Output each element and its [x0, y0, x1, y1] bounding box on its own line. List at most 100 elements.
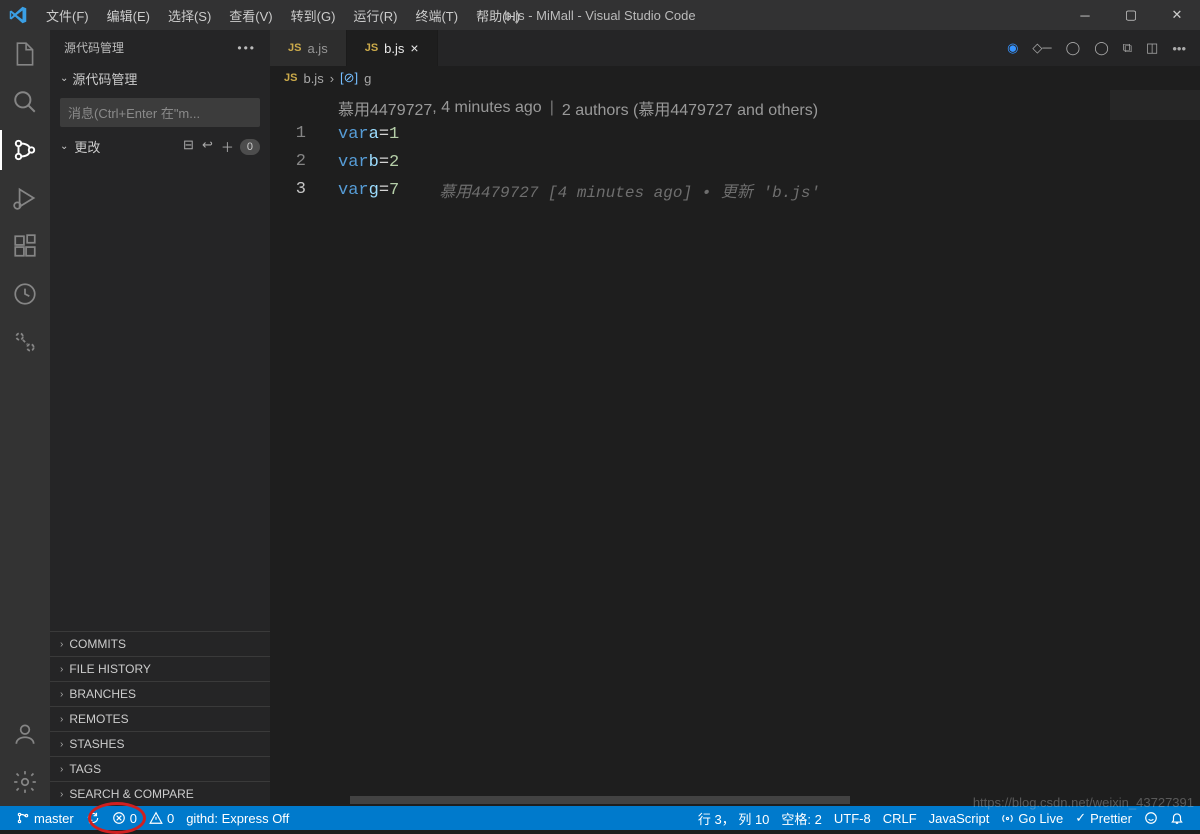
- menu-file[interactable]: 文件(F): [38, 2, 97, 29]
- menu-terminal[interactable]: 终端(T): [407, 2, 466, 29]
- status-encoding[interactable]: UTF-8: [828, 811, 877, 826]
- menu-selection[interactable]: 选择(S): [160, 2, 219, 29]
- scm-repo-header[interactable]: ⌄ 源代码管理: [50, 65, 270, 92]
- js-icon: JS: [365, 42, 378, 54]
- chevron-down-icon: ⌄: [60, 141, 68, 152]
- tab-actions: ◉ ◇─ ◯ ◯ ⧉ ◫ •••: [1007, 30, 1200, 66]
- section-branches[interactable]: ›BRANCHES: [50, 681, 270, 706]
- section-stashes[interactable]: ›STASHES: [50, 731, 270, 756]
- history-next-icon[interactable]: ◯: [1094, 40, 1109, 56]
- section-tags[interactable]: ›TAGS: [50, 756, 270, 781]
- status-eol[interactable]: CRLF: [877, 811, 923, 826]
- activity-bar: [0, 30, 50, 806]
- code-content[interactable]: 慕用4479727, 4 minutes ago | 2 authors (慕用…: [324, 90, 1200, 794]
- section-remotes[interactable]: ›REMOTES: [50, 706, 270, 731]
- explorer-icon[interactable]: [11, 40, 39, 68]
- close-button[interactable]: ✕: [1154, 0, 1200, 30]
- minimap-thumb[interactable]: [1110, 90, 1200, 120]
- status-bar: master 0 0 githd: Express Off 行 3， 列 10 …: [0, 806, 1200, 830]
- minimize-button[interactable]: ─: [1062, 0, 1108, 30]
- chevron-down-icon: ⌄: [60, 73, 68, 84]
- gitlens-sections: ›COMMITS ›FILE HISTORY ›BRANCHES ›REMOTE…: [50, 631, 270, 806]
- diff-icon[interactable]: ⧉: [1123, 40, 1132, 56]
- gitlens-toggle-icon[interactable]: ◉: [1007, 40, 1018, 56]
- git-branch-icon: [16, 811, 30, 825]
- section-search-compare[interactable]: ›SEARCH & COMPARE: [50, 781, 270, 806]
- js-icon: JS: [284, 72, 297, 84]
- tab-a-js[interactable]: JS a.js: [270, 30, 347, 66]
- changes-label: 更改: [74, 137, 100, 156]
- changes-header[interactable]: ⌄ 更改 ⊟ ↩ ＋ 0: [50, 133, 270, 160]
- status-branch[interactable]: master: [10, 811, 80, 826]
- search-icon[interactable]: [11, 88, 39, 116]
- tab-b-js[interactable]: JS b.js ×: [347, 30, 438, 66]
- tab-label: b.js: [384, 41, 404, 56]
- history-prev-icon[interactable]: ◯: [1066, 40, 1081, 56]
- code-editor[interactable]: 1 2 3 慕用4479727, 4 minutes ago | 2 autho…: [270, 90, 1200, 794]
- stage-all-icon[interactable]: ＋: [221, 137, 234, 156]
- section-file-history[interactable]: ›FILE HISTORY: [50, 656, 270, 681]
- minimap[interactable]: [1110, 90, 1200, 794]
- status-prettier[interactable]: ✓Prettier: [1069, 810, 1138, 826]
- error-icon: [112, 811, 126, 825]
- stash-icon[interactable]: ↩: [202, 137, 213, 156]
- split-editor-icon[interactable]: ◫: [1146, 40, 1158, 56]
- vscode-logo-icon: [8, 5, 28, 25]
- bell-icon: [1170, 811, 1184, 825]
- code-line[interactable]: var a = 1: [324, 120, 1200, 148]
- gitlens-icon[interactable]: [11, 328, 39, 356]
- breadcrumb-separator: ›: [330, 71, 334, 86]
- sidebar-more-icon[interactable]: •••: [237, 41, 256, 55]
- status-warnings[interactable]: 0: [143, 811, 180, 826]
- maximize-button[interactable]: ▢: [1108, 0, 1154, 30]
- commit-message-input[interactable]: 消息(Ctrl+Enter 在"m...: [60, 98, 260, 127]
- status-golive[interactable]: Go Live: [995, 811, 1069, 826]
- line-numbers: 1 2 3: [270, 90, 324, 794]
- menu-view[interactable]: 查看(V): [221, 2, 280, 29]
- status-language[interactable]: JavaScript: [923, 811, 996, 826]
- variable-icon: [⊘]: [340, 70, 358, 86]
- tree-toggle-icon[interactable]: ⊟: [183, 137, 194, 156]
- title-bar: 文件(F) 编辑(E) 选择(S) 查看(V) 转到(G) 运行(R) 终端(T…: [0, 0, 1200, 30]
- status-feedback[interactable]: [1138, 811, 1164, 825]
- changes-count: 0: [240, 139, 260, 155]
- breadcrumb-symbol[interactable]: g: [364, 71, 371, 86]
- section-commits[interactable]: ›COMMITS: [50, 631, 270, 656]
- tab-bar: JS a.js JS b.js × ◉ ◇─ ◯ ◯ ⧉ ◫ •••: [270, 30, 1200, 66]
- editor-area: JS a.js JS b.js × ◉ ◇─ ◯ ◯ ⧉ ◫ ••• JS b.…: [270, 30, 1200, 806]
- menu-edit[interactable]: 编辑(E): [99, 2, 158, 29]
- debug-icon[interactable]: [11, 184, 39, 212]
- breadcrumb-file[interactable]: b.js: [303, 71, 323, 86]
- window-controls: ─ ▢ ✕: [1062, 0, 1200, 30]
- more-actions-icon[interactable]: •••: [1172, 41, 1186, 56]
- status-sync[interactable]: [80, 811, 106, 825]
- js-icon: JS: [288, 42, 301, 54]
- settings-icon[interactable]: [11, 768, 39, 796]
- menu-go[interactable]: 转到(G): [283, 2, 344, 29]
- scrollbar-thumb[interactable]: [350, 796, 850, 804]
- warning-icon: [149, 811, 163, 825]
- source-control-icon[interactable]: [11, 136, 39, 164]
- sync-icon: [86, 811, 100, 825]
- code-line[interactable]: var b = 2: [324, 148, 1200, 176]
- code-line[interactable]: var g = 7慕用4479727 [4 minutes ago] • 更新 …: [324, 176, 1200, 204]
- status-notifications[interactable]: [1164, 811, 1190, 825]
- status-githd[interactable]: githd: Express Off: [180, 811, 295, 826]
- status-cursor[interactable]: 行 3， 列 10: [692, 809, 776, 828]
- broadcast-icon: [1001, 812, 1014, 825]
- account-icon[interactable]: [11, 720, 39, 748]
- feedback-icon: [1144, 811, 1158, 825]
- horizontal-scrollbar[interactable]: [270, 794, 1200, 806]
- menu-run[interactable]: 运行(R): [345, 2, 405, 29]
- sidebar-header: 源代码管理 •••: [50, 30, 270, 65]
- status-errors[interactable]: 0: [106, 811, 143, 826]
- breadcrumb[interactable]: JS b.js › [⊘] g: [270, 66, 1200, 90]
- extensions-icon[interactable]: [11, 232, 39, 260]
- close-icon[interactable]: ×: [410, 41, 418, 55]
- sidebar: 源代码管理 ••• ⌄ 源代码管理 消息(Ctrl+Enter 在"m... ⌄…: [50, 30, 270, 806]
- compare-icon[interactable]: ◇─: [1032, 40, 1051, 56]
- remote-icon[interactable]: [11, 280, 39, 308]
- inline-blame: 慕用4479727 [4 minutes ago] • 更新 'b.js': [439, 178, 820, 202]
- file-blame-header: 慕用4479727, 4 minutes ago | 2 authors (慕用…: [324, 95, 1200, 120]
- status-spaces[interactable]: 空格: 2: [775, 809, 827, 828]
